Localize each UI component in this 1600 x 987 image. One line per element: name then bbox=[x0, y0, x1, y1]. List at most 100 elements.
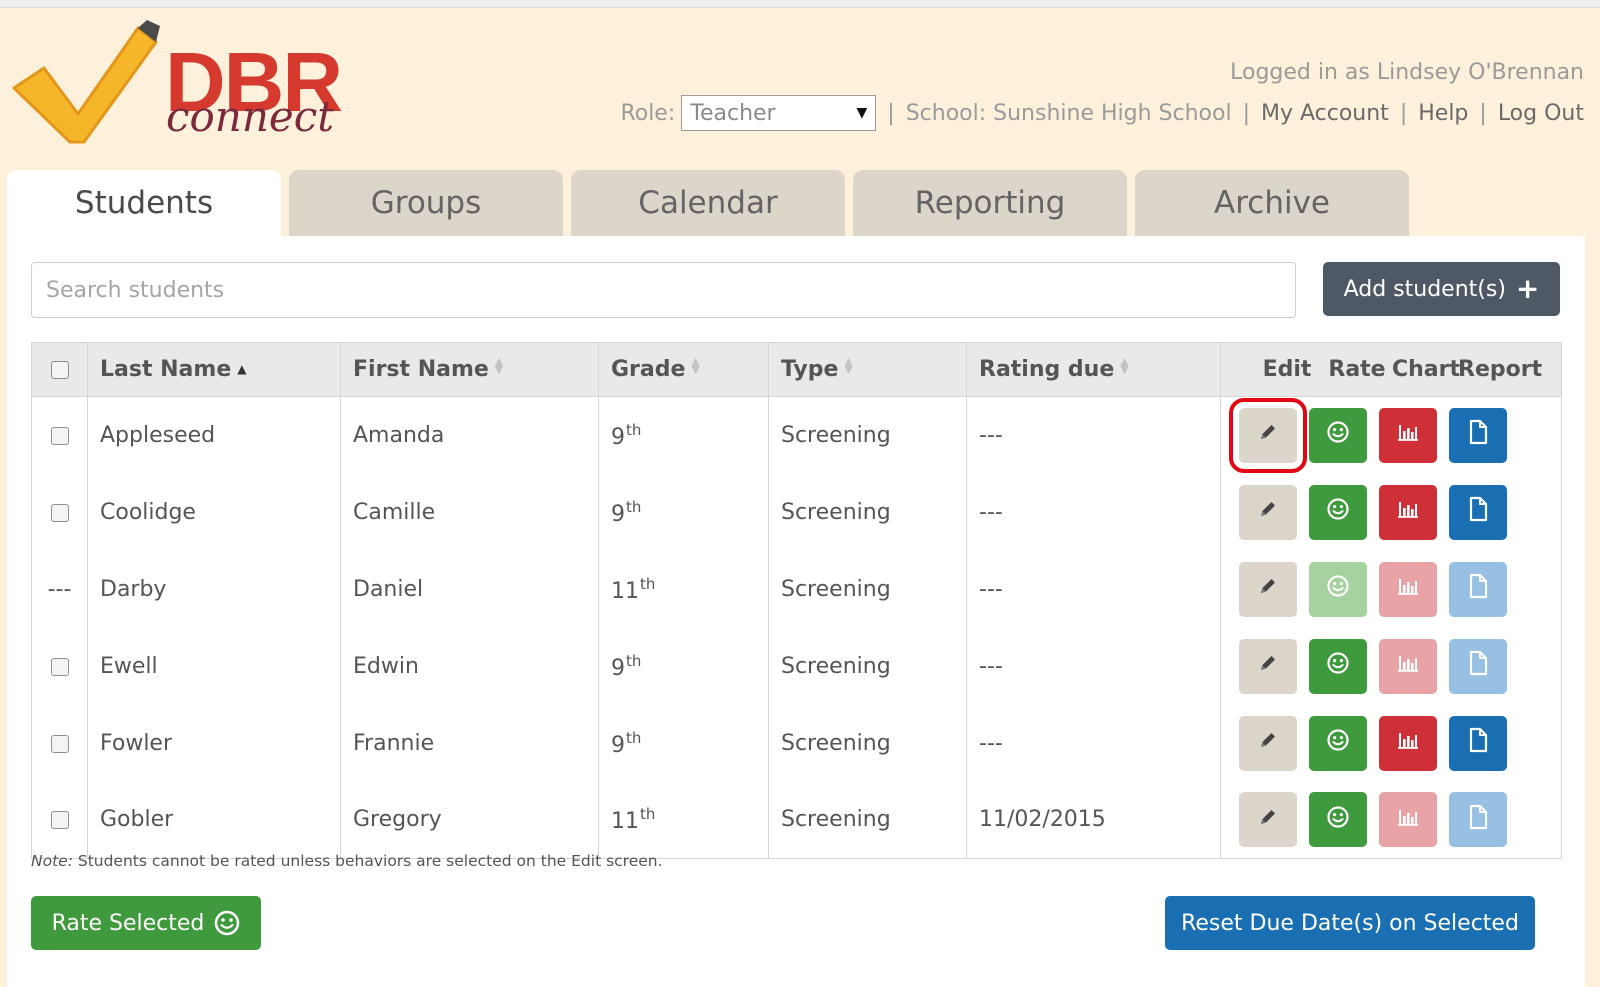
select-cell bbox=[31, 473, 88, 551]
help-link[interactable]: Help bbox=[1418, 101, 1468, 126]
role-label: Role: bbox=[620, 100, 676, 126]
row-action-buttons bbox=[1221, 561, 1561, 617]
table-row: Fowler Frannie 9th Screening --- bbox=[31, 704, 1562, 782]
reset-due-dates-button[interactable]: Reset Due Date(s) on Selected bbox=[1165, 896, 1535, 950]
table-row: --- Darby Daniel 11th Screening --- bbox=[31, 550, 1562, 628]
separator: | bbox=[1399, 100, 1408, 126]
cell-grade: 11th bbox=[598, 550, 769, 628]
cell-actions bbox=[1220, 396, 1562, 474]
edit-button[interactable] bbox=[1239, 484, 1297, 540]
smiley-icon bbox=[1326, 651, 1350, 681]
tab-reporting[interactable]: Reporting bbox=[853, 170, 1127, 236]
select-cell bbox=[31, 781, 88, 859]
document-icon bbox=[1467, 804, 1489, 836]
search-input[interactable] bbox=[31, 262, 1296, 318]
dbr-connect-logo[interactable]: DBR connect bbox=[8, 18, 368, 148]
row-checkbox[interactable] bbox=[50, 426, 69, 445]
chart-button[interactable] bbox=[1379, 561, 1437, 617]
add-students-button[interactable]: Add student(s) + bbox=[1323, 262, 1560, 316]
edit-button[interactable] bbox=[1229, 397, 1307, 473]
bar-chart-icon bbox=[1395, 651, 1421, 681]
tab-groups[interactable]: Groups bbox=[289, 170, 563, 236]
tab-archive[interactable]: Archive bbox=[1135, 170, 1409, 236]
cell-last-name: Darby bbox=[87, 550, 341, 628]
tab-students[interactable]: Students bbox=[7, 170, 281, 236]
smiley-icon bbox=[1326, 728, 1350, 758]
grade-number: 11 bbox=[611, 809, 639, 835]
cell-rating-due: --- bbox=[966, 627, 1221, 705]
column-label: Type bbox=[781, 357, 839, 382]
smiley-icon bbox=[215, 910, 240, 936]
edit-button[interactable] bbox=[1239, 792, 1297, 848]
bar-chart-icon bbox=[1395, 574, 1421, 604]
cell-grade: 9th bbox=[598, 704, 769, 782]
column-header-actions: Edit Rate ChartReport bbox=[1220, 342, 1562, 397]
column-label: First Name bbox=[353, 357, 489, 382]
row-checkbox[interactable] bbox=[50, 503, 69, 522]
cell-actions bbox=[1220, 704, 1562, 782]
column-header-grade[interactable]: Grade ▲ ▼ bbox=[598, 342, 769, 397]
row-action-buttons bbox=[1221, 792, 1561, 848]
cell-type: Screening bbox=[768, 781, 967, 859]
column-header-last-name[interactable]: Last Name ▲ bbox=[87, 342, 341, 397]
row-checkbox[interactable] bbox=[50, 811, 69, 830]
column-header-type[interactable]: Type ▲ ▼ bbox=[768, 342, 967, 397]
cell-first-name: Amanda bbox=[340, 396, 599, 474]
column-label-rate: Rate bbox=[1328, 357, 1386, 382]
document-icon bbox=[1467, 650, 1489, 682]
rate-button[interactable] bbox=[1309, 484, 1367, 540]
row-checkbox[interactable] bbox=[50, 734, 69, 753]
document-icon bbox=[1467, 419, 1489, 451]
document-icon bbox=[1467, 727, 1489, 759]
row-action-buttons bbox=[1221, 484, 1561, 540]
add-students-label: Add student(s) bbox=[1343, 276, 1506, 302]
cell-grade: 9th bbox=[598, 473, 769, 551]
report-button[interactable] bbox=[1449, 484, 1507, 540]
logo-subtitle: connect bbox=[166, 92, 335, 141]
chart-button[interactable] bbox=[1379, 407, 1437, 463]
select-cell bbox=[31, 704, 88, 782]
edit-button[interactable] bbox=[1239, 638, 1297, 694]
edit-button[interactable] bbox=[1239, 715, 1297, 771]
note-label: Note: bbox=[31, 852, 73, 870]
my-account-link[interactable]: My Account bbox=[1261, 101, 1389, 126]
tab-calendar[interactable]: Calendar bbox=[571, 170, 845, 236]
report-button[interactable] bbox=[1449, 715, 1507, 771]
cell-actions bbox=[1220, 781, 1562, 859]
column-header-first-name[interactable]: First Name ▲ ▼ bbox=[340, 342, 599, 397]
checkmark-logo-icon bbox=[12, 20, 160, 144]
edit-button[interactable] bbox=[1239, 561, 1297, 617]
rate-button[interactable] bbox=[1309, 407, 1367, 463]
select-all-checkbox[interactable] bbox=[50, 361, 69, 379]
select-all-cell bbox=[31, 342, 88, 397]
browser-top-strip bbox=[0, 0, 1600, 8]
cell-rating-due: --- bbox=[966, 396, 1221, 474]
rate-button[interactable] bbox=[1309, 638, 1367, 694]
column-label: Last Name bbox=[100, 357, 232, 382]
rate-button[interactable] bbox=[1309, 715, 1367, 771]
rate-selected-button[interactable]: Rate Selected bbox=[31, 896, 261, 950]
chart-button[interactable] bbox=[1379, 715, 1437, 771]
column-label-report: Report bbox=[1458, 357, 1543, 382]
chart-button[interactable] bbox=[1379, 792, 1437, 848]
rate-button[interactable] bbox=[1309, 792, 1367, 848]
chart-button[interactable] bbox=[1379, 638, 1437, 694]
report-button[interactable] bbox=[1449, 638, 1507, 694]
row-checkbox[interactable] bbox=[50, 657, 69, 676]
report-button[interactable] bbox=[1449, 561, 1507, 617]
column-header-rating-due[interactable]: Rating due ▲ ▼ bbox=[966, 342, 1221, 397]
cell-first-name: Daniel bbox=[340, 550, 599, 628]
chart-button[interactable] bbox=[1379, 484, 1437, 540]
cell-type: Screening bbox=[768, 550, 967, 628]
grade-number: 9 bbox=[611, 732, 625, 758]
log-out-link[interactable]: Log Out bbox=[1498, 101, 1584, 126]
document-icon bbox=[1467, 573, 1489, 605]
pencil-icon bbox=[1257, 806, 1279, 834]
sort-ascending-icon: ▲ bbox=[237, 362, 247, 376]
role-select[interactable]: Teacher ▼ bbox=[681, 95, 877, 131]
report-button[interactable] bbox=[1449, 792, 1507, 848]
rate-selected-label: Rate Selected bbox=[51, 910, 205, 936]
separator: | bbox=[1479, 100, 1487, 126]
report-button[interactable] bbox=[1449, 407, 1507, 463]
rate-button[interactable] bbox=[1309, 561, 1367, 617]
